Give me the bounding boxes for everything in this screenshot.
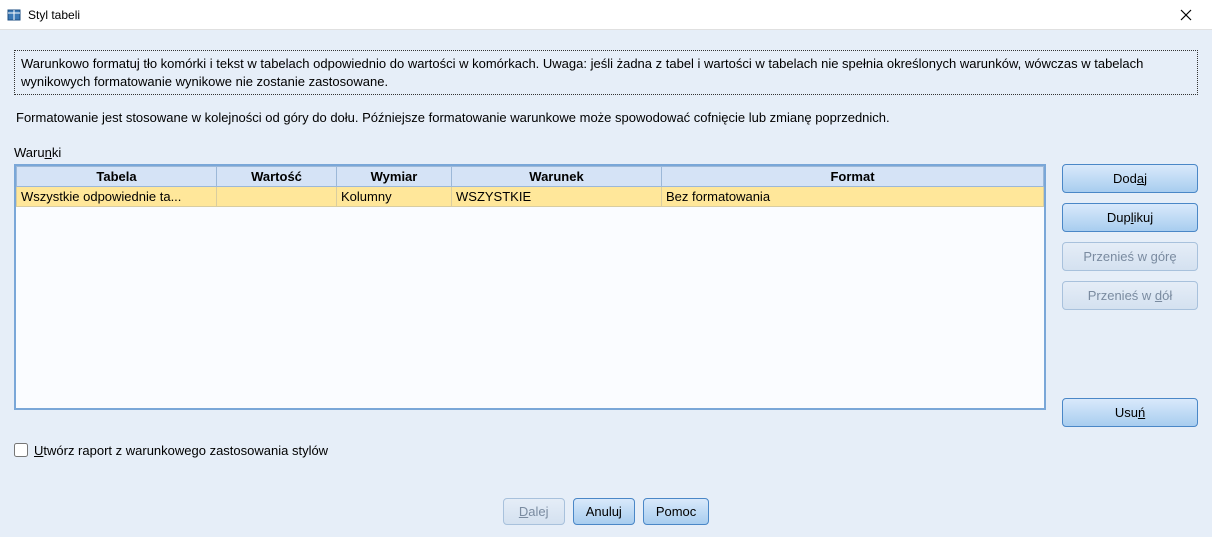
- col-header-format[interactable]: Format: [662, 166, 1044, 186]
- side-button-column: Dodaj Duplikuj Przenieś w górę Przenieś …: [1062, 164, 1198, 427]
- col-header-value[interactable]: Wartość: [217, 166, 337, 186]
- conditions-table[interactable]: Tabela Wartość Wymiar Warunek Format Wsz…: [16, 166, 1044, 207]
- conditions-label: Warunki: [14, 145, 1198, 160]
- col-header-dimension[interactable]: Wymiar: [337, 166, 452, 186]
- move-up-button: Przenieś w górę: [1062, 242, 1198, 271]
- close-button[interactable]: [1166, 1, 1206, 29]
- report-checkbox[interactable]: [14, 443, 28, 457]
- app-icon: [6, 7, 22, 23]
- window-title: Styl tabeli: [28, 8, 1166, 22]
- cell-condition[interactable]: WSZYSTKIE: [452, 186, 662, 206]
- report-checkbox-row: Utwórz raport z warunkowego zastosowania…: [14, 443, 1198, 458]
- col-header-condition[interactable]: Warunek: [452, 166, 662, 186]
- report-checkbox-label: Utwórz raport z warunkowego zastosowania…: [34, 443, 328, 458]
- next-button: Dalej: [503, 498, 565, 525]
- dialog-content: Warunkowo formatuj tło komórki i tekst w…: [0, 30, 1212, 537]
- cell-value[interactable]: [217, 186, 337, 206]
- order-info-text: Formatowanie jest stosowane w kolejności…: [14, 109, 1198, 127]
- help-button[interactable]: Pomoc: [643, 498, 709, 525]
- move-down-button: Przenieś w dół: [1062, 281, 1198, 310]
- cell-format[interactable]: Bez formatowania: [662, 186, 1044, 206]
- conditions-table-container: Tabela Wartość Wymiar Warunek Format Wsz…: [14, 164, 1046, 410]
- cell-dimension[interactable]: Kolumny: [337, 186, 452, 206]
- add-button[interactable]: Dodaj: [1062, 164, 1198, 193]
- titlebar: Styl tabeli: [0, 0, 1212, 30]
- close-icon: [1180, 9, 1192, 21]
- cell-table[interactable]: Wszystkie odpowiednie ta...: [17, 186, 217, 206]
- dialog-buttons: Dalej Anuluj Pomoc: [0, 498, 1212, 525]
- delete-button[interactable]: Usuń: [1062, 398, 1198, 427]
- duplicate-button[interactable]: Duplikuj: [1062, 203, 1198, 232]
- col-header-table[interactable]: Tabela: [17, 166, 217, 186]
- cancel-button[interactable]: Anuluj: [573, 498, 635, 525]
- table-row[interactable]: Wszystkie odpowiednie ta... Kolumny WSZY…: [17, 186, 1044, 206]
- intro-text: Warunkowo formatuj tło komórki i tekst w…: [14, 50, 1198, 95]
